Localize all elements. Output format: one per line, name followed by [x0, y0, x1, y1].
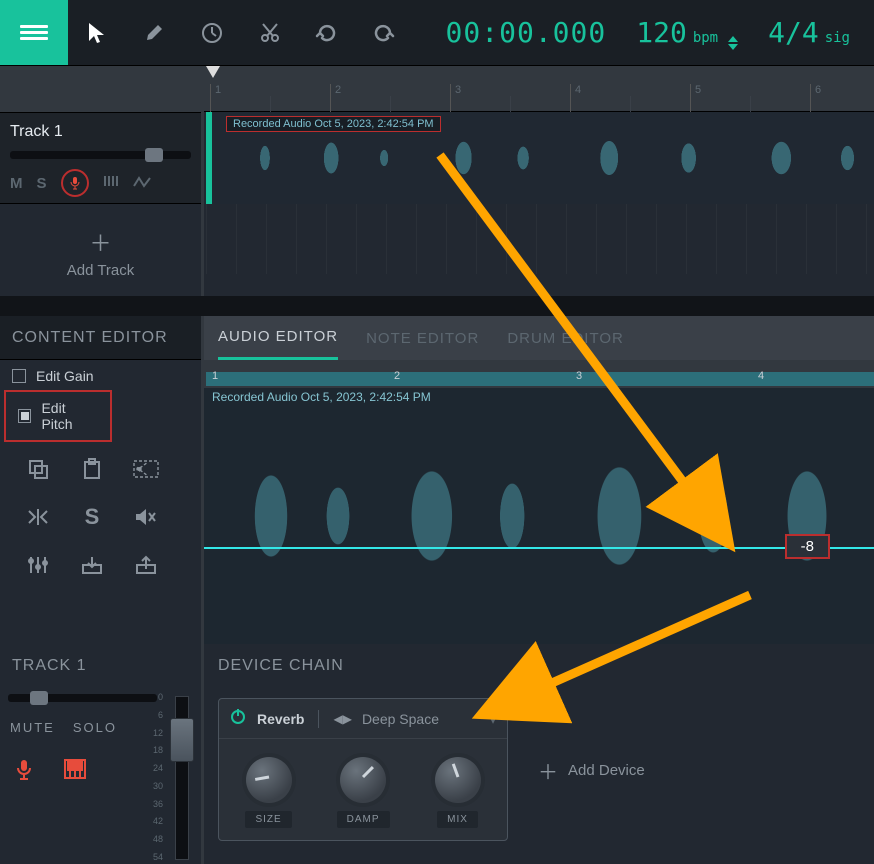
metronome-tool[interactable]: [194, 15, 230, 51]
pencil-tool[interactable]: [136, 15, 172, 51]
preset-prev-next-icon[interactable]: ◀▶: [333, 712, 351, 726]
solo-letter-icon[interactable]: S: [72, 502, 112, 532]
content-editor-header: CONTENT EDITOR: [0, 316, 201, 360]
clip-label: Recorded Audio Oct 5, 2023, 2:42:54 PM: [226, 116, 441, 132]
cut-tool[interactable]: [252, 15, 288, 51]
automation-icon: [133, 176, 151, 188]
tab-note-editor[interactable]: NOTE EDITOR: [366, 316, 479, 360]
add-track-button[interactable]: ＋ Add Track: [0, 204, 201, 289]
main-menu-button[interactable]: [0, 0, 68, 65]
edit-pitch-option[interactable]: Edit Pitch: [6, 392, 110, 440]
track-arm-button[interactable]: [61, 169, 89, 197]
waveform-editor[interactable]: Recorded Audio Oct 5, 2023, 2:42:54 PM -…: [204, 388, 874, 644]
knob-label: DAMP: [337, 811, 390, 828]
ruler-tick: 2: [394, 370, 400, 382]
redo-button[interactable]: [366, 15, 402, 51]
mixer-track-title: TRACK 1: [0, 644, 201, 688]
mixer-solo-button[interactable]: SOLO: [73, 720, 117, 735]
playhead-marker[interactable]: [206, 66, 220, 78]
eq-bars-icon: [103, 174, 119, 188]
track-volume-slider[interactable]: [10, 151, 191, 159]
knob-size[interactable]: [246, 757, 292, 803]
ruler-tick: 3: [450, 84, 461, 112]
timesig-readout[interactable]: 4/4sig: [768, 16, 850, 49]
track-solo-button[interactable]: S: [37, 175, 47, 192]
mixer-icon[interactable]: [18, 550, 58, 580]
ruler-tick: 3: [576, 370, 582, 382]
ruler-tick: 1: [210, 84, 221, 112]
ruler-tick: 4: [758, 370, 764, 382]
piano-icon: [64, 759, 86, 779]
undo-button[interactable]: [308, 15, 344, 51]
power-icon: [229, 707, 247, 725]
pitch-line[interactable]: [204, 547, 874, 549]
pointer-tool[interactable]: [78, 15, 114, 51]
timeline-ruler[interactable]: 1 2 3 4 5 6: [204, 66, 874, 112]
plus-icon: ＋: [538, 756, 558, 785]
knob-label: SIZE: [245, 811, 291, 828]
knob-label: MIX: [437, 811, 478, 828]
checkbox-icon: [18, 409, 31, 423]
fader-handle[interactable]: [170, 718, 194, 762]
mixer-mute-button[interactable]: MUTE: [10, 720, 55, 735]
paste-icon[interactable]: [72, 454, 112, 484]
track-mute-button[interactable]: M: [10, 175, 23, 192]
cut-region-icon[interactable]: [126, 454, 166, 484]
track-name[interactable]: Track 1: [10, 123, 191, 141]
mixer-piano-button[interactable]: [64, 759, 86, 786]
device-name-label: Reverb: [257, 711, 304, 727]
preset-name[interactable]: Deep Space: [362, 711, 439, 727]
import-icon[interactable]: [72, 550, 112, 580]
device-reverb[interactable]: Reverb ◀▶ Deep Space ▾ SIZE DAMP MIX: [218, 698, 508, 841]
checkbox-icon: [12, 369, 26, 383]
ruler-tick: 1: [212, 370, 218, 382]
device-power-button[interactable]: [229, 707, 247, 730]
add-device-button[interactable]: ＋ Add Device: [538, 756, 645, 785]
microphone-icon: [14, 759, 34, 781]
track-automation-button[interactable]: [133, 175, 151, 192]
chevron-down-icon[interactable]: ▾: [489, 709, 497, 729]
tab-audio-editor[interactable]: AUDIO EDITOR: [218, 316, 338, 360]
time-readout[interactable]: 00:00.000: [446, 16, 607, 49]
empty-track-lane[interactable]: [206, 204, 874, 274]
mixer-arm-button[interactable]: [14, 759, 34, 786]
bpm-readout[interactable]: 120bpm: [636, 16, 738, 50]
device-chain-header: DEVICE CHAIN: [204, 644, 874, 688]
clip-label: Recorded Audio Oct 5, 2023, 2:42:54 PM: [212, 390, 431, 404]
fader-scale: 061218243036424854: [153, 692, 163, 864]
track-header-block[interactable]: Track 1 M S: [0, 112, 201, 204]
edit-gain-option[interactable]: Edit Gain: [0, 360, 201, 392]
audio-clip[interactable]: Recorded Audio Oct 5, 2023, 2:42:54 PM: [206, 112, 874, 204]
tab-drum-editor[interactable]: DRUM EDITOR: [507, 316, 624, 360]
microphone-icon: [68, 176, 82, 190]
editor-ruler[interactable]: 1 2 3 4: [204, 360, 874, 388]
ruler-tick: 2: [330, 84, 341, 112]
ruler-tick: 4: [570, 84, 581, 112]
pitch-value[interactable]: -8: [785, 534, 830, 559]
ruler-tick: 5: [690, 84, 701, 112]
bpm-spinner-icon[interactable]: [728, 36, 738, 50]
ruler-tick: 6: [810, 84, 821, 112]
trim-icon[interactable]: [18, 502, 58, 532]
mute-speaker-icon[interactable]: [126, 502, 166, 532]
pan-slider[interactable]: [8, 694, 157, 702]
knob-damp[interactable]: [340, 757, 386, 803]
knob-mix[interactable]: [435, 757, 481, 803]
plus-icon: ＋: [89, 231, 111, 256]
export-icon[interactable]: [126, 550, 166, 580]
copy-icon[interactable]: [18, 454, 58, 484]
track-eq-button[interactable]: [103, 174, 119, 192]
